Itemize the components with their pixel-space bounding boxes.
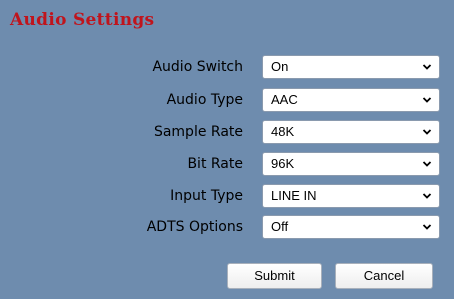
audio-type-select[interactable]: AAC (262, 88, 440, 112)
audio-switch-row: Audio Switch On (0, 55, 454, 79)
input-type-label: Input Type (170, 188, 243, 204)
bit-rate-value: 96K (271, 156, 295, 171)
chevron-down-icon (422, 129, 432, 135)
chevron-down-icon (422, 64, 432, 70)
chevron-down-icon (422, 224, 432, 230)
audio-type-row: Audio Type AAC (0, 88, 454, 112)
page-title: Audio Settings (10, 10, 155, 30)
input-type-row: Input Type LINE IN (0, 184, 454, 208)
bit-rate-label: Bit Rate (187, 156, 243, 172)
chevron-down-icon (422, 97, 432, 103)
audio-type-value: AAC (271, 92, 298, 107)
audio-settings-panel: Audio Settings Audio Switch On Audio Typ… (0, 0, 454, 299)
cancel-button[interactable]: Cancel (335, 263, 433, 289)
bit-rate-row: Bit Rate 96K (0, 152, 454, 176)
adts-options-select[interactable]: Off (262, 215, 440, 239)
audio-switch-label: Audio Switch (152, 59, 243, 75)
chevron-down-icon (422, 193, 432, 199)
adts-options-value: Off (271, 219, 289, 234)
chevron-down-icon (422, 161, 432, 167)
audio-switch-select[interactable]: On (262, 55, 440, 79)
adts-options-row: ADTS Options Off (0, 215, 454, 239)
input-type-select[interactable]: LINE IN (262, 184, 440, 208)
sample-rate-value: 48K (271, 124, 295, 139)
sample-rate-select[interactable]: 48K (262, 120, 440, 144)
bit-rate-select[interactable]: 96K (262, 152, 440, 176)
sample-rate-row: Sample Rate 48K (0, 120, 454, 144)
audio-type-label: Audio Type (166, 92, 243, 108)
sample-rate-label: Sample Rate (153, 124, 243, 140)
audio-switch-value: On (271, 59, 289, 74)
input-type-value: LINE IN (271, 188, 317, 203)
submit-button[interactable]: Submit (227, 263, 322, 289)
adts-options-label: ADTS Options (146, 219, 243, 235)
